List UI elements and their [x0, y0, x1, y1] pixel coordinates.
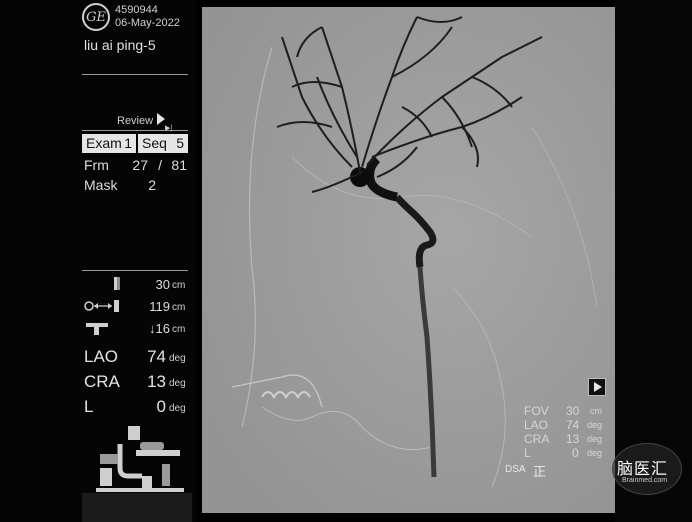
- cra-value: 13: [147, 372, 166, 391]
- seq-value: 5: [176, 135, 184, 151]
- lao-label: LAO: [84, 347, 119, 366]
- angiography-image[interactable]: [202, 7, 615, 513]
- panel-footer: [82, 493, 192, 522]
- fov-value: 30: [155, 277, 170, 292]
- table-height-value: ↓16: [149, 321, 170, 336]
- table-height-unit: cm: [172, 324, 186, 335]
- logo-text: GE: [86, 9, 106, 25]
- review-play-icon[interactable]: [157, 113, 165, 125]
- source-image-distance-icon: [84, 300, 119, 312]
- divider: [82, 74, 188, 75]
- mask-label: Mask: [84, 177, 118, 193]
- seq-label: Seq: [142, 135, 167, 151]
- lao-unit: deg: [169, 353, 186, 364]
- sid-value: 119: [149, 299, 170, 314]
- dsa-vessel-image: [202, 7, 615, 513]
- overlay-lao-label: LAO: [524, 418, 549, 432]
- fov-unit: cm: [172, 280, 186, 291]
- overlay-l-label: L: [524, 446, 531, 460]
- orientation-label: 正: [533, 464, 547, 479]
- exam-date: 06-May-2022: [115, 17, 180, 29]
- lao-value: 74: [147, 347, 166, 366]
- frame-total: 81: [171, 157, 187, 173]
- dsa-label: DSA: [505, 464, 526, 475]
- overlay-cra-unit: deg: [587, 434, 603, 444]
- mask-value: 2: [148, 177, 156, 193]
- cine-play-button[interactable]: [588, 378, 606, 396]
- cra-label: CRA: [84, 372, 120, 391]
- frame-label: Frm: [84, 157, 109, 173]
- patient-info-panel: GE 4590944 06-May-2022 liu ai ping-5 Rev…: [0, 0, 196, 522]
- fov-detector-icon: [114, 277, 120, 290]
- exam-value: 1: [124, 135, 132, 151]
- l-value: 0: [156, 397, 166, 416]
- ge-logo: GE: [82, 3, 110, 31]
- exam-label: Exam: [86, 135, 122, 151]
- c-arm-position-icon: [96, 426, 184, 492]
- exam-field[interactable]: Exam 1: [82, 134, 136, 153]
- sid-unit: cm: [172, 302, 186, 313]
- cra-unit: deg: [169, 378, 186, 389]
- watermark-text: 脑医汇: [617, 461, 669, 478]
- overlay-fov-label: FOV: [524, 404, 549, 418]
- overlay-fov-unit: cm: [590, 406, 602, 416]
- overlay-cra-label: CRA: [524, 432, 550, 446]
- overlay-lao-value: 74: [566, 418, 580, 432]
- l-unit: deg: [169, 403, 186, 414]
- play-icon: [594, 382, 602, 392]
- patient-id: 4590944: [115, 4, 158, 16]
- patient-name: liu ai ping-5: [84, 37, 156, 53]
- frame-current: 27: [132, 157, 148, 173]
- table-height-icon: [86, 323, 108, 335]
- overlay-fov-value: 30: [566, 404, 580, 418]
- watermark-subtext: Brainmed.com: [622, 477, 668, 484]
- overlay-cra-value: 13: [566, 432, 580, 446]
- review-label: Review: [117, 115, 154, 127]
- divider: [82, 130, 188, 131]
- overlay-l-unit: deg: [587, 448, 603, 458]
- overlay-l-value: 0: [572, 446, 579, 460]
- l-label: L: [84, 397, 94, 416]
- divider: [82, 270, 188, 271]
- overlay-lao-unit: deg: [587, 420, 603, 430]
- seq-field[interactable]: Seq 5: [138, 134, 188, 153]
